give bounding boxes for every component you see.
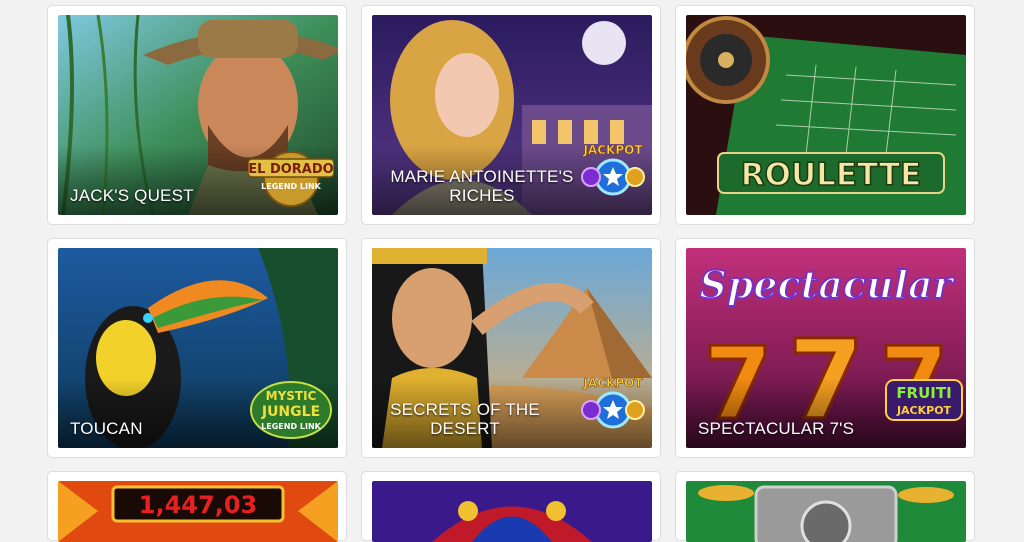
game-card-jacks-quest[interactable]: EL DORADO LEGEND LINK JACK'S QUEST <box>47 5 347 225</box>
game-card-jackpot-counter[interactable]: 1,447,03 <box>47 471 347 542</box>
game-thumbnail[interactable] <box>372 481 652 542</box>
fruiti-jackpot-badge: FRUITI JACKPOT <box>885 379 963 421</box>
svg-text:ROULETTE: ROULETTE <box>741 157 922 193</box>
game-title: TOUCAN <box>70 419 143 438</box>
game-grid: EL DORADO LEGEND LINK JACK'S QUEST JACKP… <box>47 5 977 542</box>
game-thumbnail[interactable]: 1,447,03 <box>58 481 338 542</box>
roulette-logo: ROULETTE <box>717 152 945 194</box>
jackpot-badge: JACKPOT <box>581 143 645 196</box>
game-thumbnail[interactable]: JACKPOT SECRETS OF THE DESERT <box>372 248 652 448</box>
svg-text:Spectacular: Spectacular <box>699 262 955 307</box>
game-thumbnail[interactable]: Spectacular 7 7 7 FRUITI JACKPOT SPECTAC… <box>686 248 966 448</box>
game-thumbnail[interactable]: JACKPOT MARIE ANTOINETTE'S RICHES <box>372 15 652 215</box>
svg-text:1,447,03: 1,447,03 <box>139 491 257 519</box>
game-card-marie-antoinettes-riches[interactable]: JACKPOT MARIE ANTOINETTE'S RICHES <box>361 5 661 225</box>
game-title: SECRETS OF THE DESERT <box>390 400 540 438</box>
game-thumbnail[interactable]: EL DORADO LEGEND LINK JACK'S QUEST <box>58 15 338 215</box>
svg-text:JACKPOT: JACKPOT <box>582 376 643 390</box>
game-title: JACK'S QUEST <box>70 186 194 205</box>
game-card-toucan[interactable]: MYSTIC JUNGLE LEGEND LINK TOUCAN <box>47 238 347 458</box>
game-title: SPECTACULAR 7'S <box>698 419 855 438</box>
game-card-secrets-of-the-desert[interactable]: JACKPOT SECRETS OF THE DESERT <box>361 238 661 458</box>
svg-text:MYSTIC: MYSTIC <box>266 389 317 403</box>
game-thumbnail[interactable] <box>686 481 966 542</box>
jester-artwork <box>372 481 652 542</box>
svg-text:JUNGLE: JUNGLE <box>261 404 320 420</box>
jackpot-badge: JACKPOT <box>581 376 645 429</box>
el-dorado-legend-link-badge: EL DORADO LEGEND LINK <box>248 151 334 207</box>
game-thumbnail[interactable]: MYSTIC JUNGLE LEGEND LINK TOUCAN <box>58 248 338 448</box>
svg-text:JACKPOT: JACKPOT <box>582 143 643 157</box>
svg-text:EL DORADO: EL DORADO <box>248 162 333 177</box>
game-card-vault[interactable] <box>675 471 975 542</box>
game-title: MARIE ANTOINETTE'S RICHES <box>390 167 574 205</box>
svg-text:JACKPOT: JACKPOT <box>896 404 952 417</box>
svg-text:FRUITI: FRUITI <box>896 384 951 402</box>
svg-text:LEGEND LINK: LEGEND LINK <box>261 422 321 431</box>
game-card-spectacular-7s[interactable]: Spectacular 7 7 7 FRUITI JACKPOT SPECTAC… <box>675 238 975 458</box>
svg-text:LEGEND LINK: LEGEND LINK <box>261 182 321 191</box>
mystic-jungle-legend-link-badge: MYSTIC JUNGLE LEGEND LINK <box>250 381 332 439</box>
vault-artwork <box>686 481 966 542</box>
game-card-jester[interactable] <box>361 471 661 542</box>
game-thumbnail[interactable]: ROULETTE <box>686 15 966 215</box>
jackpot-counter-artwork: 1,447,03 <box>58 481 338 542</box>
game-card-roulette[interactable]: ROULETTE <box>675 5 975 225</box>
